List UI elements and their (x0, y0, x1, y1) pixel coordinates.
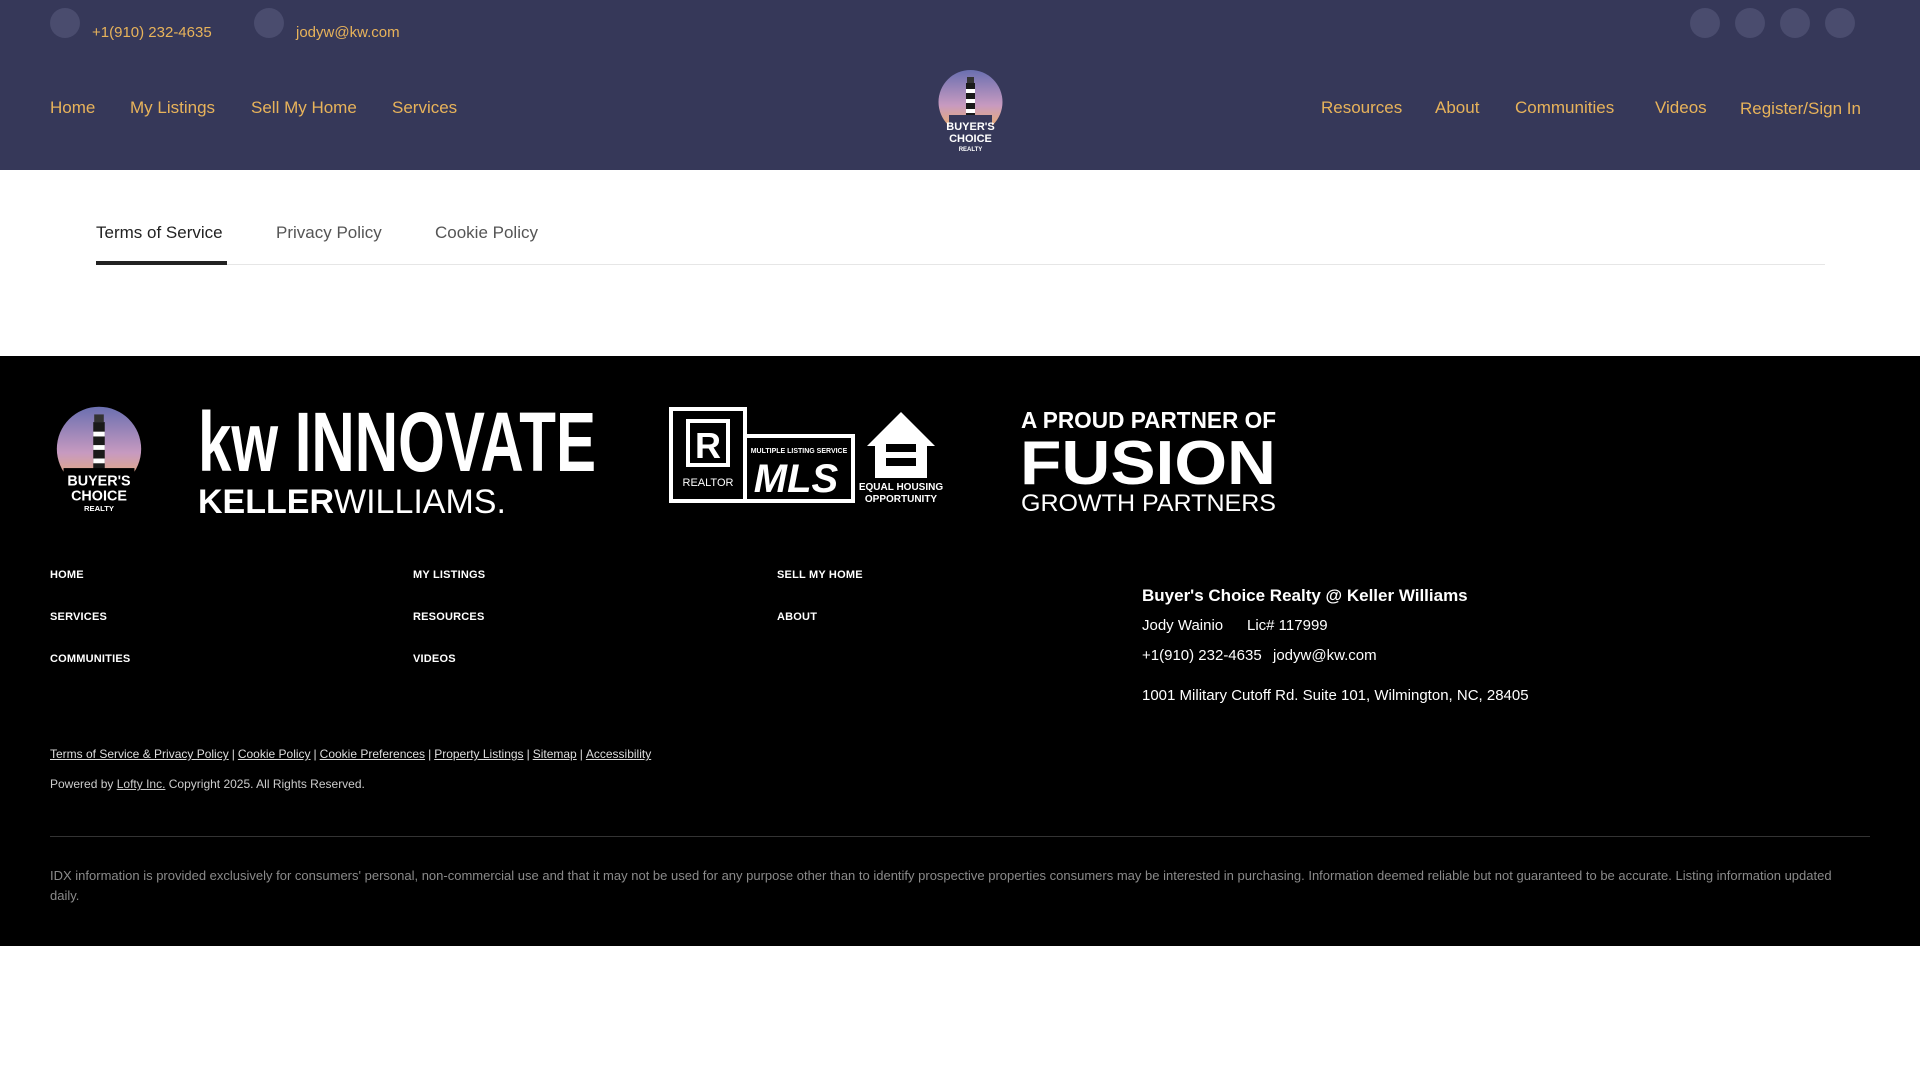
lofty-link[interactable]: Lofty Inc. (117, 777, 166, 791)
brand-title: Buyer's Choice Realty @ Keller Williams (1142, 586, 1468, 605)
social-icon-4[interactable] (1825, 8, 1855, 38)
legal-link-terms-privacy[interactable]: Terms of Service & Privacy Policy (50, 747, 229, 761)
nav-services[interactable]: Services (392, 98, 457, 118)
register-signin-link[interactable]: Register/Sign In (1740, 99, 1861, 119)
tab-privacy-policy[interactable]: Privacy Policy (276, 223, 382, 243)
fusion-main-text: FUSION (1020, 429, 1276, 498)
buyers-choice-logo[interactable]: BUYER'S CHOICE REALTY (937, 69, 1004, 155)
footer-link-my-listings[interactable]: MY LISTINGS (413, 569, 485, 581)
nav-home[interactable]: Home (50, 98, 95, 118)
footer-link-communities[interactable]: COMMUNITIES (50, 653, 130, 665)
realtor-text: REALTOR (683, 477, 734, 489)
phone-icon[interactable] (50, 8, 80, 38)
footer-link-home[interactable]: HOME (50, 569, 84, 581)
eho-line2: OPPORTUNITY (865, 494, 938, 505)
legal-link-cookie-policy[interactable]: Cookie Policy (238, 747, 311, 761)
legal-links: Terms of Service & Privacy Policy | Cookie… (50, 747, 652, 761)
legal-link-property-listings[interactable]: Property Listings (434, 747, 523, 761)
social-icon-2[interactable] (1735, 8, 1765, 38)
footer-logo-line1: BUYER'S (67, 473, 131, 489)
kw-williams-text: WILLIAMS. (334, 483, 506, 518)
email-icon[interactable] (254, 8, 284, 38)
svg-text:KELLERWILLIAMS.: KELLERWILLIAMS. (198, 483, 506, 518)
eho-line1: EQUAL HOUSING (859, 482, 943, 493)
svg-text:R: R (695, 425, 721, 466)
nav-resources[interactable]: Resources (1321, 98, 1402, 118)
logo-line1: BUYER'S (946, 121, 994, 133)
nav-videos[interactable]: Videos (1655, 98, 1707, 118)
powered-prefix: Powered by (50, 777, 114, 791)
nav-about[interactable]: About (1435, 98, 1479, 118)
agent-license: Lic# 117999 (1247, 617, 1328, 634)
idx-disclaimer: IDX information is provided exclusively … (50, 868, 1832, 903)
mls-small-text: MULTIPLE LISTING SERVICE (751, 448, 848, 455)
topbar-phone[interactable]: +1(910) 232-4635 (92, 24, 212, 41)
footer-link-services[interactable]: SERVICES (50, 611, 107, 623)
tab-cookie-policy[interactable]: Cookie Policy (435, 223, 538, 243)
footer-divider (50, 836, 1870, 837)
nav-sell-my-home[interactable]: Sell My Home (251, 98, 357, 118)
site-footer: BUYER'S CHOICE REALTY kw INNOVATE KELLER… (0, 356, 1920, 946)
office-address: 1001 Military Cutoff Rd. Suite 101, Wilm… (1142, 687, 1529, 704)
kw-keller-text: KELLER (198, 483, 334, 518)
fusion-growth-partners-logo: A PROUD PARTNER OF FUSION GROWTH PARTNER… (1020, 407, 1276, 514)
footer-link-about[interactable]: ABOUT (777, 611, 817, 623)
mls-text: MLS (754, 457, 839, 501)
nav-communities[interactable]: Communities (1515, 98, 1614, 118)
social-icon-1[interactable] (1690, 8, 1720, 38)
realtor-mls-eho-logo: R REALTOR MULTIPLE LISTING SERVICE MLS E… (669, 407, 943, 505)
footer-link-resources[interactable]: RESOURCES (413, 611, 484, 623)
footer-buyers-choice-logo: BUYER'S CHOICE REALTY (56, 406, 142, 515)
social-icon-3[interactable] (1780, 8, 1810, 38)
site-header: +1(910) 232-4635 jodyw@kw.com Home My Li… (0, 0, 1920, 170)
nav-my-listings[interactable]: My Listings (130, 98, 215, 118)
copyright-text: Copyright 2025. All Rights Reserved. (168, 777, 365, 791)
agent-name: Jody Wainio (1142, 617, 1224, 634)
footer-link-sell-my-home[interactable]: SELL MY HOME (777, 569, 863, 581)
tab-terms-of-service[interactable]: Terms of Service (96, 223, 223, 243)
footer-phone[interactable]: +1(910) 232-4635 (1142, 647, 1262, 664)
footer-email[interactable]: jodyw@kw.com (1273, 647, 1377, 664)
footer-logo-line3: REALTY (84, 504, 114, 513)
powered-by: Powered by Lofty Inc. Copyright 2025. Al… (50, 777, 365, 791)
logo-line2: CHOICE (949, 133, 992, 145)
kw-innovate-logo: kw INNOVATE KELLERWILLIAMS. (198, 395, 596, 518)
footer-link-videos[interactable]: VIDEOS (413, 653, 456, 665)
legal-link-sitemap[interactable]: Sitemap (533, 747, 577, 761)
legal-link-accessibility[interactable]: Accessibility (586, 747, 651, 761)
active-tab-indicator (96, 261, 227, 265)
logo-line3: REALTY (959, 147, 983, 153)
topbar-email[interactable]: jodyw@kw.com (296, 24, 400, 41)
policy-tabs: Terms of Service Privacy Policy Cookie P… (96, 205, 1825, 265)
kw-innovate-text: kw INNOVATE (198, 395, 596, 489)
fusion-bottom-text: GROWTH PARTNERS (1021, 490, 1276, 514)
legal-link-cookie-preferences[interactable]: Cookie Preferences (320, 747, 425, 761)
footer-logo-line2: CHOICE (71, 489, 127, 505)
